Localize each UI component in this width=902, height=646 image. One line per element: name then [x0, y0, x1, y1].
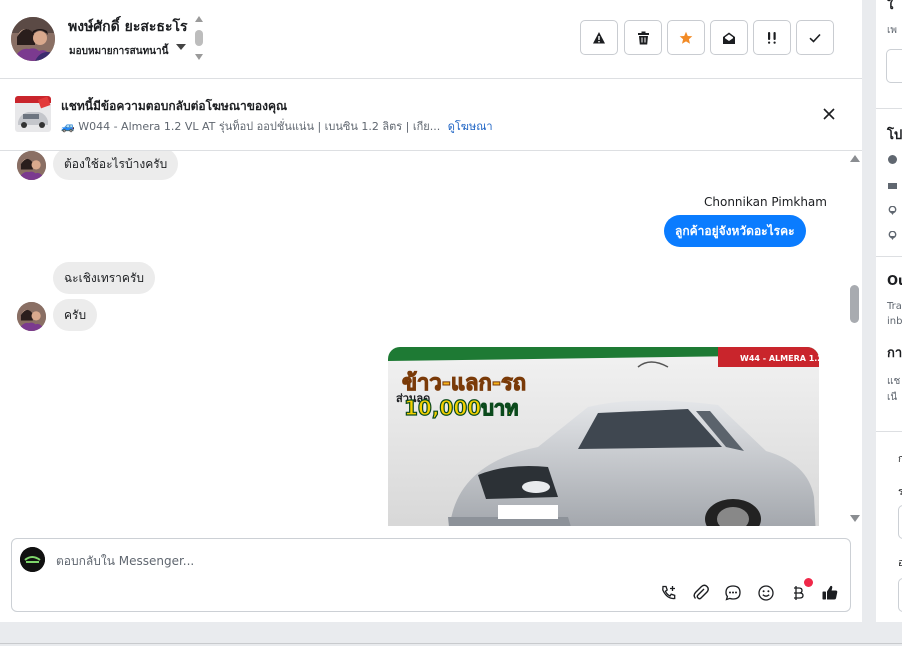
clock-icon [888, 155, 897, 164]
panel-field-clipped[interactable] [898, 578, 902, 612]
chevron-down-icon[interactable] [195, 54, 203, 60]
conversation-header: พงษ์ศักดิ์ ยะสะธะโร มอบหมายการสนทนานี้ [0, 0, 862, 79]
payment-icon [794, 586, 804, 600]
ad-thumbnail[interactable] [15, 96, 51, 132]
location-icon [888, 231, 897, 240]
contact-avatar-small[interactable] [17, 151, 46, 180]
spam-icon [593, 31, 605, 43]
chevron-up-icon[interactable] [195, 16, 203, 22]
thumbs-up-icon [822, 585, 838, 600]
emoji-icon [758, 585, 774, 601]
panel-text-clipped: ร [898, 487, 902, 498]
message-list: ต้องใช้อะไรบ้างครับ Chonnikan Pimkham ลู… [0, 151, 862, 526]
panel-heading-clipped: ใ [887, 0, 894, 13]
assign-conversation[interactable]: มอบหมายการสนทนานี้ [69, 44, 168, 59]
scroll-up-arrow[interactable] [850, 155, 860, 162]
like-button[interactable] [819, 582, 841, 604]
incoming-message: ครับ [53, 299, 98, 331]
contact-details-panel: ใ เพ โป Ou Tra inb กา แช เนื ก ร อ [876, 0, 902, 622]
follow-up-icon [768, 31, 776, 44]
saved-reply-icon [725, 585, 741, 601]
attachment-icon [693, 584, 709, 600]
discount-value: 10,000บาท [404, 396, 518, 420]
car-icon: 🚙 [61, 120, 75, 133]
trash-icon [637, 31, 649, 44]
ad-text: W044 - Almera 1.2 VL AT รุ่นท็อป ออปชั่น… [78, 120, 441, 133]
follow-up-button[interactable] [753, 20, 791, 55]
model-tag: W44 - ALMERA 1.2 VL AT [740, 354, 819, 363]
mark-done-button[interactable] [796, 20, 834, 55]
phone-add-icon [662, 585, 676, 600]
location-icon [888, 206, 897, 215]
conversation-panel: พงษ์ศักดิ์ ยะสะธะโร มอบหมายการสนทนานี้ แ… [0, 0, 862, 622]
banner-title: แชทนี้มีข้อความตอบกลับต่อโฆษณาของคุณ [61, 99, 288, 113]
incoming-message: ฉะเชิงเทราครับ [53, 262, 156, 294]
saved-replies-button[interactable] [722, 582, 744, 604]
sender-name: Chonnikan Pimkham [704, 195, 827, 209]
mark-unread-button[interactable] [710, 20, 748, 55]
emoji-button[interactable] [755, 582, 777, 604]
close-banner-button[interactable] [820, 105, 838, 123]
contact-avatar[interactable] [11, 17, 55, 61]
reply-input[interactable] [56, 550, 756, 572]
message-scrollbar-thumb[interactable] [850, 285, 859, 323]
panel-section-clipped: กา [887, 346, 902, 361]
scroll-thumb[interactable] [195, 30, 203, 46]
view-ad-link[interactable]: ดูโฆษณา [448, 120, 493, 133]
notification-dot [804, 578, 813, 587]
check-icon [809, 33, 821, 43]
delete-button[interactable] [624, 20, 662, 55]
car-promo-image[interactable]: W44 - ALMERA 1.2 VL AT ข้าว-แลก-รถ ส่วนล… [388, 347, 819, 526]
briefcase-icon [888, 183, 897, 189]
contact-name[interactable]: พงษ์ศักดิ์ ยะสะธะโร [68, 16, 188, 38]
divider [876, 108, 902, 109]
message-composer [11, 538, 851, 612]
attach-button[interactable] [690, 582, 712, 604]
call-button[interactable] [658, 582, 680, 604]
scroll-down-arrow[interactable] [850, 515, 860, 522]
ad-description: 🚙 W044 - Almera 1.2 VL AT รุ่นท็อป ออปชั… [61, 117, 493, 135]
ad-reply-banner: แชทนี้มีข้อความตอบกลับต่อโฆษณาของคุณ 🚙 W… [0, 80, 862, 151]
mark-spam-button[interactable] [580, 20, 618, 55]
header-scroll-indicator[interactable] [194, 16, 204, 62]
chevron-down-icon[interactable] [176, 44, 186, 50]
panel-text-clipped: ก [898, 454, 902, 465]
star-button[interactable] [667, 20, 705, 55]
panel-text-clipped: แช [887, 376, 901, 387]
panel-text-clipped: inb [887, 316, 902, 327]
panel-field-clipped[interactable] [898, 505, 902, 539]
star-icon [679, 31, 693, 44]
divider [876, 256, 902, 257]
envelope-open-icon [723, 32, 735, 44]
panel-text-clipped: เนื [887, 392, 898, 403]
incoming-message: ต้องใช้อะไรบ้างครับ [53, 151, 179, 180]
close-icon [823, 108, 835, 120]
panel-text-clipped: เพ [887, 25, 898, 36]
panel-field-clipped[interactable] [886, 49, 902, 83]
panel-text-clipped: อ [898, 558, 902, 569]
divider [0, 643, 902, 644]
panel-section-clipped: Ou [887, 274, 902, 289]
contact-avatar-small[interactable] [17, 302, 46, 331]
divider [876, 431, 902, 432]
panel-text-clipped: Tra [887, 301, 902, 312]
panel-section-clipped: โป [887, 128, 902, 143]
page-avatar [20, 547, 45, 572]
outgoing-message: ลูกค้าอยู่จังหวัดอะไรคะ [664, 215, 806, 247]
